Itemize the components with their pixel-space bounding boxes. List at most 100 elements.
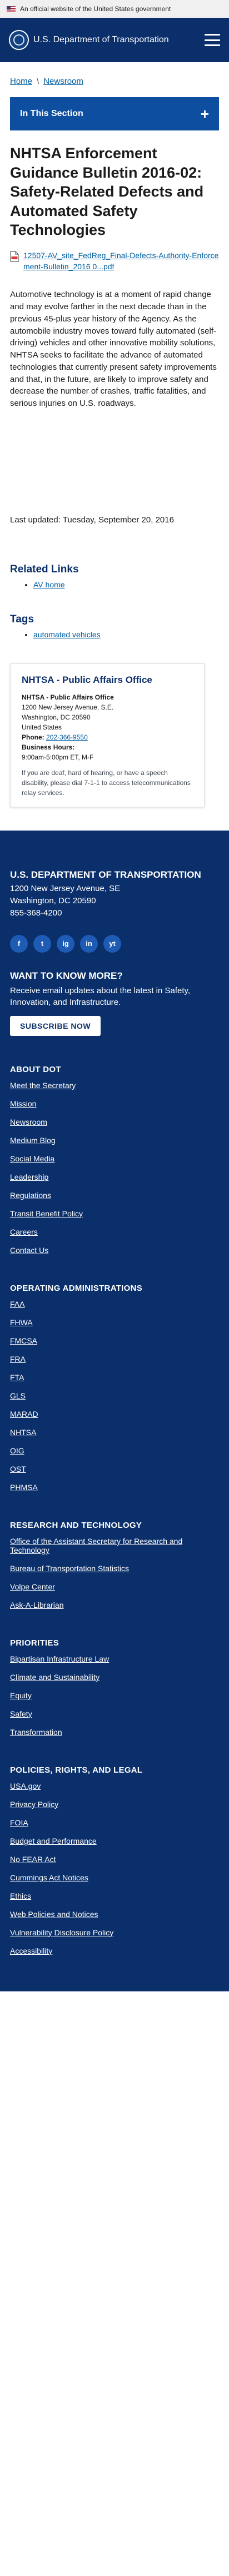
footer-link[interactable]: Budget and Performance	[10, 1837, 97, 1845]
footer-link[interactable]: Careers	[10, 1227, 38, 1236]
pdf-download-link[interactable]: 12507-AV_site_FedReg_Final-Defects-Autho…	[23, 250, 219, 273]
list-item: FTA	[10, 1373, 219, 1382]
contact-address-line2: Washington, DC 20590	[22, 713, 91, 722]
home-logo-link[interactable]: U.S. Department of Transportation	[9, 30, 169, 50]
footer-link[interactable]: FHWA	[10, 1318, 33, 1327]
in-this-section-toggle[interactable]: In This Section +	[10, 97, 219, 130]
related-links-heading: Related Links	[10, 563, 79, 575]
plus-icon: +	[200, 105, 209, 122]
related-links-list: AV home	[10, 580, 219, 589]
footer-link[interactable]: Vulnerability Disclosure Policy	[10, 1928, 113, 1937]
list-item: Climate and Sustainability	[10, 1673, 219, 1682]
list-item: Safety	[10, 1709, 219, 1718]
footer-link[interactable]: FMCSA	[10, 1336, 37, 1345]
footer-link[interactable]: FRA	[10, 1355, 26, 1364]
footer-link[interactable]: Medium Blog	[10, 1136, 56, 1145]
list-item: Leadership	[10, 1173, 219, 1181]
footer-link[interactable]: Safety	[10, 1709, 32, 1718]
contact-phone-link[interactable]: 202-366-9550	[46, 733, 88, 741]
list-item: Transformation	[10, 1728, 219, 1737]
list-item: Medium Blog	[10, 1136, 219, 1145]
footer-link[interactable]: Office of the Assistant Secretary for Re…	[10, 1537, 182, 1554]
footer-link[interactable]: Newsroom	[10, 1118, 47, 1126]
gov-banner-text: An official website of the United States…	[20, 5, 171, 13]
footer-link[interactable]: USA.gov	[10, 1782, 41, 1790]
last-updated: Last updated: Tuesday, September 20, 201…	[10, 515, 174, 525]
footer-section: RESEARCH AND TECHNOLOGY Office of the Ass…	[10, 1521, 219, 1609]
breadcrumb-newsroom[interactable]: Newsroom	[43, 77, 83, 86]
list-item: Transit Benefit Policy	[10, 1209, 219, 1218]
know-more-heading: WANT TO KNOW MORE?	[10, 970, 123, 981]
subscribe-button[interactable]: SUBSCRIBE NOW	[10, 1015, 101, 1036]
footer-link[interactable]: Regulations	[10, 1191, 51, 1200]
footer-link[interactable]: MARAD	[10, 1410, 38, 1418]
tag-automated-vehicles[interactable]: automated vehicles	[33, 630, 101, 639]
contact-country: United States	[22, 723, 62, 732]
footer-link[interactable]: GLS	[10, 1391, 26, 1400]
footer-link[interactable]: Privacy Policy	[10, 1800, 58, 1809]
contact-heading: NHTSA - Public Affairs Office	[22, 674, 152, 685]
pdf-file-icon	[10, 251, 19, 262]
related-link-av-home[interactable]: AV home	[33, 580, 65, 589]
social-links: f t ig in yt	[10, 934, 219, 953]
footer-link[interactable]: Social Media	[10, 1154, 54, 1163]
footer-section: POLICIES, RIGHTS, AND LEGAL USA.gov Privac…	[10, 1765, 219, 1955]
footer-link[interactable]: Transit Benefit Policy	[10, 1209, 83, 1218]
dot-seal-icon	[9, 30, 29, 50]
list-item: Regulations	[10, 1191, 219, 1200]
footer-link[interactable]: FAA	[10, 1300, 24, 1309]
footer-link[interactable]: No FEAR Act	[10, 1855, 56, 1864]
footer-link[interactable]: OIG	[10, 1446, 24, 1455]
footer-link[interactable]: Leadership	[10, 1173, 48, 1181]
list-item: USA.gov	[10, 1782, 219, 1790]
breadcrumb-home[interactable]: Home	[10, 77, 32, 86]
list-item: Social Media	[10, 1154, 219, 1163]
instagram-icon[interactable]: ig	[57, 934, 74, 953]
twitter-icon[interactable]: t	[33, 934, 51, 953]
footer-link[interactable]: FTA	[10, 1373, 24, 1382]
footer-link[interactable]: OST	[10, 1465, 26, 1473]
footer-link[interactable]: NHTSA	[10, 1428, 36, 1437]
in-this-section-label: In This Section	[20, 109, 83, 118]
list-item: FOIA	[10, 1818, 219, 1827]
footer-link[interactable]: PHMSA	[10, 1483, 38, 1492]
footer-section: PRIORITIES Bipartisan Infrastructure Law C…	[10, 1638, 219, 1737]
site-title: U.S. Department of Transportation	[33, 35, 169, 44]
footer-section-heading: PRIORITIES	[10, 1638, 59, 1648]
footer-link[interactable]: Volpe Center	[10, 1582, 55, 1591]
footer-link[interactable]: Web Policies and Notices	[10, 1910, 98, 1919]
footer-link[interactable]: Cummings Act Notices	[10, 1873, 88, 1882]
footer-link[interactable]: Bipartisan Infrastructure Law	[10, 1654, 109, 1663]
footer-link[interactable]: Mission	[10, 1099, 36, 1108]
footer-link[interactable]: Ethics	[10, 1891, 31, 1900]
list-item: Web Policies and Notices	[10, 1910, 219, 1919]
contact-phone-label: Phone:	[22, 733, 44, 742]
footer-link[interactable]: Climate and Sustainability	[10, 1673, 99, 1682]
list-item: Cummings Act Notices	[10, 1873, 219, 1882]
site-header: U.S. Department of Transportation	[0, 18, 229, 62]
list-item: FMCSA	[10, 1336, 219, 1345]
contact-hours: 9:00am-5:00pm ET, M-F	[22, 753, 94, 762]
list-item: Office of the Assistant Secretary for Re…	[10, 1537, 219, 1554]
list-item: FRA	[10, 1355, 219, 1364]
footer-link[interactable]: Contact Us	[10, 1246, 48, 1255]
footer-link[interactable]: Transformation	[10, 1728, 62, 1737]
list-item: No FEAR Act	[10, 1855, 219, 1864]
breadcrumb: Home \ Newsroom	[0, 62, 229, 93]
list-item: Equity	[10, 1691, 219, 1700]
list-item: Accessibility	[10, 1946, 219, 1955]
facebook-icon[interactable]: f	[10, 934, 28, 953]
footer-link[interactable]: FOIA	[10, 1818, 28, 1827]
linkedin-icon[interactable]: in	[80, 934, 98, 953]
footer-link[interactable]: Bureau of Transportation Statistics	[10, 1564, 129, 1573]
footer-link[interactable]: Meet the Secretary	[10, 1081, 76, 1090]
footer-link[interactable]: Ask-A-Librarian	[10, 1601, 63, 1609]
list-item: GLS	[10, 1391, 219, 1400]
menu-icon[interactable]	[205, 34, 220, 46]
footer-link[interactable]: Accessibility	[10, 1946, 52, 1955]
file-attachment: 12507-AV_site_FedReg_Final-Defects-Autho…	[10, 250, 219, 273]
footer-link[interactable]: Equity	[10, 1691, 32, 1700]
youtube-icon[interactable]: yt	[103, 934, 121, 953]
footer-org-name: U.S. DEPARTMENT OF TRANSPORTATION	[10, 869, 201, 881]
breadcrumb-separator: \	[37, 77, 39, 86]
